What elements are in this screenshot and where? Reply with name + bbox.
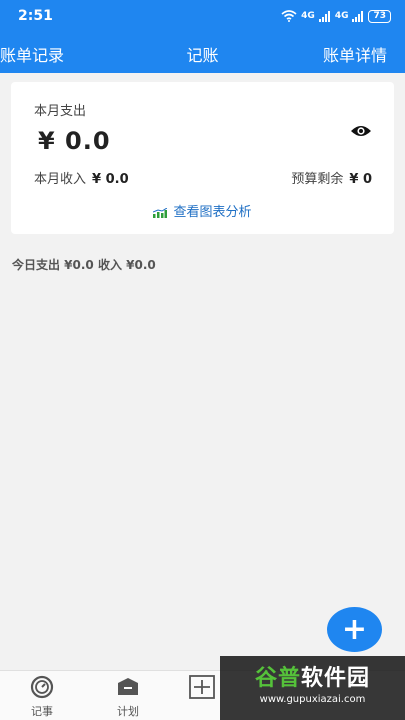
summary-card: 本月支出 ¥ 0.0 本月收入 ¥ 0.0 预算剩余 ¥ 0 查看图表分析 <box>11 82 394 234</box>
watermark-title-green: 谷普 <box>254 666 301 691</box>
bill-details-button[interactable]: 账单详情 <box>323 42 387 66</box>
plus-icon: + <box>341 612 368 647</box>
signal-label-2: 4G <box>334 11 349 21</box>
watermark-title-white: 软件园 <box>301 666 371 691</box>
battery-level: 73 <box>373 10 386 21</box>
clock-icon <box>30 675 54 699</box>
month-income: 本月收入 ¥ 0.0 <box>34 168 129 187</box>
month-expense-label: 本月支出 <box>34 104 87 119</box>
month-income-value: ¥ 0.0 <box>92 172 129 187</box>
wifi-icon <box>281 10 297 22</box>
add-square-icon <box>189 675 215 699</box>
watermark-url: www.gupuxiazai.com <box>259 694 366 705</box>
signal-icon <box>352 10 364 22</box>
budget-remaining: 预算剩余 ¥ 0 <box>291 168 372 187</box>
signal-icon <box>318 10 330 22</box>
signal-label-1: 4G <box>301 11 315 21</box>
month-income-label: 本月收入 <box>34 172 87 187</box>
add-record-button[interactable]: + <box>327 607 382 652</box>
chart-icon <box>153 207 168 218</box>
wallet-icon <box>118 678 138 695</box>
status-bar: 2:51 4G 4G 73 <box>0 0 405 32</box>
chart-link-label: 查看图表分析 <box>173 205 252 220</box>
month-expense-value: ¥ 0.0 <box>38 127 111 155</box>
bill-records-button[interactable]: 账单记录 <box>0 42 64 66</box>
watermark-title: 谷普软件园 <box>220 660 405 692</box>
nav-label-notes: 记事 <box>31 705 53 718</box>
budget-label: 预算剩余 <box>291 172 344 187</box>
nav-item-notes[interactable]: 记事 <box>12 675 72 719</box>
today-summary: 今日支出 ¥0.0 收入 ¥0.0 <box>12 258 156 272</box>
app-bar: 记账 账单记录 账单详情 <box>0 32 405 73</box>
budget-value: ¥ 0 <box>349 172 372 187</box>
status-time: 2:51 <box>18 8 53 24</box>
eye-icon[interactable] <box>350 124 372 138</box>
status-icons: 4G 4G 73 <box>281 9 391 23</box>
battery-icon: 73 <box>368 9 391 23</box>
nav-label-plan: 计划 <box>117 705 139 718</box>
nav-item-plan[interactable]: 计划 <box>98 675 158 719</box>
view-chart-analysis-link[interactable]: 查看图表分析 <box>11 201 394 220</box>
watermark: 谷普软件园 www.gupuxiazai.com <box>220 656 405 720</box>
